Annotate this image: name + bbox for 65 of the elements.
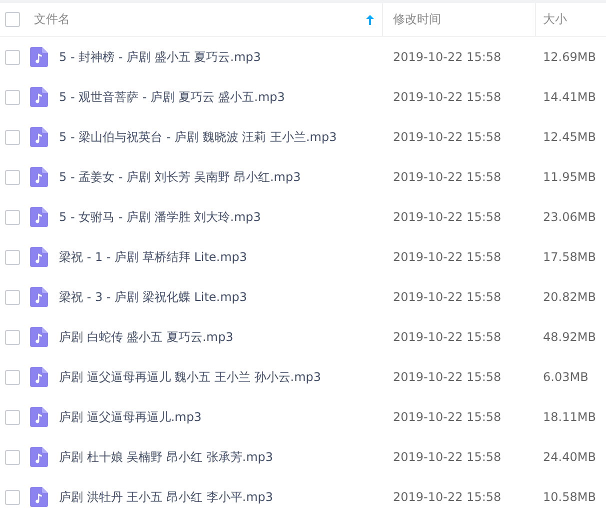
file-name[interactable]: 5 - 孟姜女 - 庐剧 刘长芳 吴南野 昂小红.mp3 bbox=[59, 168, 301, 186]
music-file-icon bbox=[30, 167, 48, 187]
file-name[interactable]: 5 - 梁山伯与祝英台 - 庐剧 魏晓波 汪莉 王小兰.mp3 bbox=[59, 128, 337, 146]
file-name[interactable]: 5 - 观世音菩萨 - 庐剧 夏巧云 盛小五.mp3 bbox=[59, 88, 285, 106]
modified-time: 2019-10-22 15:58 bbox=[392, 50, 502, 64]
row-checkbox[interactable] bbox=[5, 50, 20, 64]
file-name[interactable]: 庐剧 逼父逼母再逼儿 魏小五 王小兰 孙小云.mp3 bbox=[59, 368, 322, 386]
file-size: 24.40MB bbox=[542, 450, 597, 464]
modified-time: 2019-10-22 15:58 bbox=[392, 410, 502, 424]
music-file-icon bbox=[30, 47, 48, 67]
music-file-icon bbox=[30, 287, 48, 307]
sort-arrow-icon[interactable] bbox=[366, 14, 374, 24]
row-checkbox[interactable] bbox=[5, 370, 20, 384]
modified-time: 2019-10-22 15:58 bbox=[392, 170, 502, 184]
modified-time: 2019-10-22 15:58 bbox=[392, 370, 502, 384]
music-file-icon bbox=[30, 207, 48, 227]
row-checkbox[interactable] bbox=[5, 330, 20, 344]
music-file-icon bbox=[30, 407, 48, 427]
row-checkbox[interactable] bbox=[5, 250, 20, 264]
modified-time: 2019-10-22 15:58 bbox=[392, 250, 502, 264]
file-size: 48.92MB bbox=[542, 330, 597, 344]
file-size: 14.41MB bbox=[542, 90, 597, 104]
file-name[interactable]: 梁祝 - 1 - 庐剧 草桥结拜 Lite.mp3 bbox=[59, 248, 248, 266]
music-file-icon bbox=[30, 87, 48, 107]
file-name[interactable]: 5 - 女驸马 - 庐剧 潘学胜 刘大玲.mp3 bbox=[59, 208, 261, 226]
row-checkbox[interactable] bbox=[5, 410, 20, 424]
modified-time: 2019-10-22 15:58 bbox=[392, 90, 502, 104]
modified-time: 2019-10-22 15:58 bbox=[392, 290, 502, 304]
row-checkbox[interactable] bbox=[5, 90, 20, 104]
row-checkbox[interactable] bbox=[5, 210, 20, 224]
modified-time: 2019-10-22 15:58 bbox=[392, 130, 502, 144]
modified-time: 2019-10-22 15:58 bbox=[392, 330, 502, 344]
file-name[interactable]: 梁祝 - 3 - 庐剧 梁祝化蝶 Lite.mp3 bbox=[59, 288, 248, 306]
modified-time: 2019-10-22 15:58 bbox=[392, 210, 502, 224]
column-header[interactable]: 修改时间 bbox=[393, 11, 441, 28]
row-checkbox[interactable] bbox=[5, 450, 20, 464]
row-checkbox[interactable] bbox=[5, 130, 20, 144]
music-file-icon bbox=[30, 487, 48, 507]
row-checkbox[interactable] bbox=[5, 290, 20, 304]
file-size: 23.06MB bbox=[542, 210, 597, 224]
modified-time: 2019-10-22 15:58 bbox=[392, 490, 502, 504]
file-size: 11.95MB bbox=[542, 170, 597, 184]
column-header[interactable]: 文件名 bbox=[34, 11, 70, 28]
row-checkbox[interactable] bbox=[5, 490, 20, 504]
file-size: 17.58MB bbox=[542, 250, 597, 264]
file-size: 12.45MB bbox=[542, 130, 597, 144]
file-name[interactable]: 庐剧 杜十娘 吴楠野 昂小红 张承芳.mp3 bbox=[59, 448, 274, 466]
column-header[interactable]: 大小 bbox=[543, 11, 567, 28]
music-file-icon bbox=[30, 447, 48, 467]
file-size: 10.58MB bbox=[542, 490, 597, 504]
music-file-icon bbox=[30, 367, 48, 387]
file-size: 6.03MB bbox=[542, 370, 590, 384]
music-file-icon bbox=[30, 327, 48, 347]
file-size: 12.69MB bbox=[542, 50, 597, 64]
file-size: 18.11MB bbox=[542, 410, 597, 424]
file-size: 20.82MB bbox=[542, 290, 597, 304]
file-name[interactable]: 庐剧 白蛇传 盛小五 夏巧云.mp3 bbox=[59, 328, 234, 346]
music-file-icon bbox=[30, 247, 48, 267]
music-file-icon bbox=[30, 127, 48, 147]
file-name[interactable]: 庐剧 洪牡丹 王小五 昂小红 李小平.mp3 bbox=[59, 488, 274, 506]
modified-time: 2019-10-22 15:58 bbox=[392, 450, 502, 464]
file-name[interactable]: 庐剧 逼父逼母再逼儿.mp3 bbox=[59, 408, 202, 426]
row-checkbox[interactable] bbox=[5, 170, 20, 184]
select-all-checkbox[interactable] bbox=[5, 12, 20, 27]
file-name[interactable]: 5 - 封神榜 - 庐剧 盛小五 夏巧云.mp3 bbox=[59, 48, 261, 66]
